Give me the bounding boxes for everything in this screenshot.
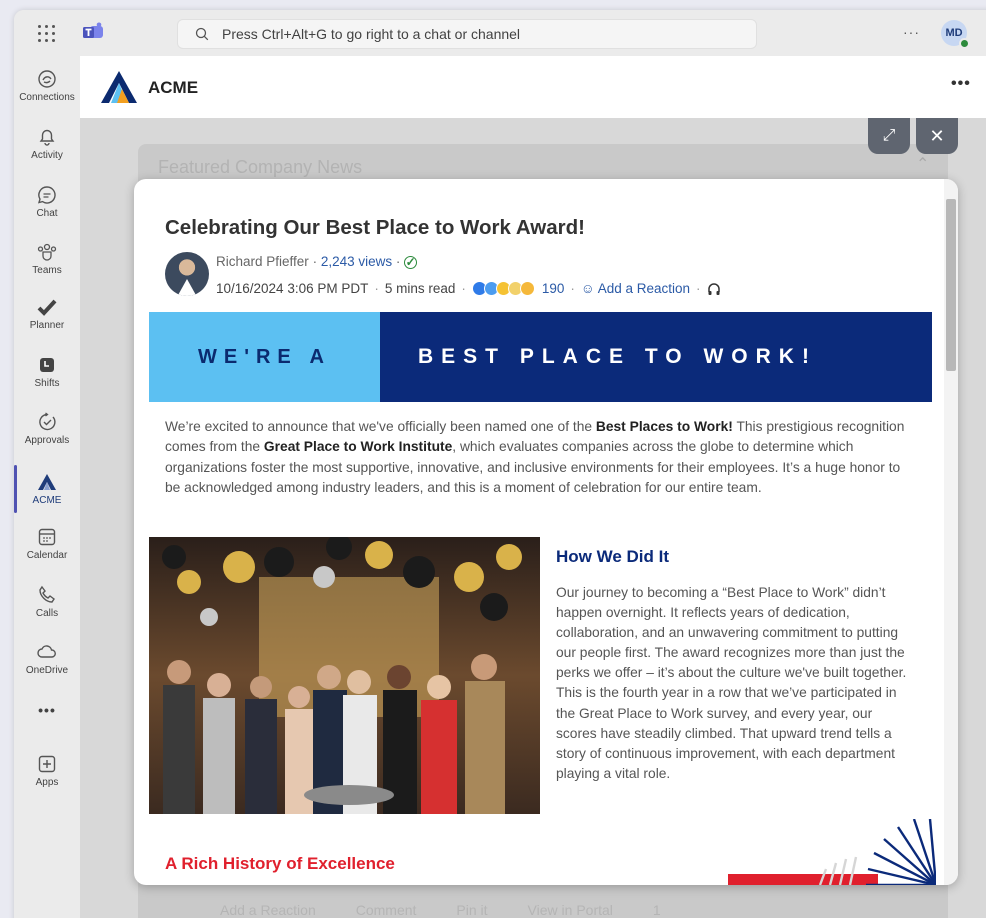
- reaction-summary[interactable]: [471, 281, 535, 296]
- rail-label: Teams: [32, 265, 62, 276]
- acme-logo: [101, 71, 137, 103]
- rail-item-planner[interactable]: Planner: [14, 296, 80, 331]
- collapse-chevron-icon: ⌃: [916, 156, 930, 173]
- read-time: 5 mins read: [384, 281, 456, 296]
- bg-view-portal: View in Portal: [527, 902, 613, 918]
- rail-item-teams[interactable]: Teams: [14, 241, 80, 276]
- author-name[interactable]: Richard Pfieffer: [216, 254, 309, 269]
- publish-date: 10/16/2024 3:06 PM PDT: [216, 281, 369, 296]
- article-modal: Celebrating Our Best Place to Work Award…: [134, 179, 958, 885]
- app-header: ACME •••: [80, 56, 986, 118]
- teams-logo-icon: [83, 22, 103, 38]
- rail-label: ACME: [32, 495, 62, 506]
- approvals-icon: [39, 412, 56, 431]
- section-heading-how: How We Did It: [556, 547, 670, 566]
- rail-label: Chat: [36, 208, 58, 219]
- user-avatar[interactable]: MD: [941, 20, 970, 49]
- settings-more-icon[interactable]: ···: [903, 24, 920, 40]
- top-bar: Press Ctrl+Alt+G to go right to a chat o…: [14, 10, 986, 56]
- calendar-icon: [38, 528, 56, 546]
- phone-icon: [39, 585, 55, 603]
- section-heading-history: A Rich History of Excellence: [165, 854, 395, 873]
- bell-icon: [39, 129, 55, 146]
- intro-paragraph: We’re excited to announce that we've off…: [165, 419, 905, 495]
- surprised-reaction-icon: [519, 281, 535, 296]
- reaction-count[interactable]: 190: [542, 281, 565, 296]
- decorative-rays: [818, 819, 936, 885]
- search-input[interactable]: Press Ctrl+Alt+G to go right to a chat o…: [177, 19, 757, 49]
- app-launcher-icon[interactable]: [36, 23, 56, 43]
- search-icon: [195, 27, 209, 41]
- rail-item-shifts[interactable]: Shifts: [14, 354, 80, 389]
- expand-icon: ⤢: [882, 127, 896, 144]
- chat-icon: [37, 186, 56, 204]
- app-title: ACME: [148, 78, 199, 97]
- planner-icon: [37, 299, 57, 316]
- scrollbar-thumb[interactable]: [946, 199, 956, 371]
- connections-icon: [38, 70, 56, 88]
- rail-item-chat[interactable]: Chat: [14, 184, 80, 219]
- add-reaction-label: Add a Reaction: [597, 281, 691, 296]
- acme-icon: [38, 474, 56, 490]
- rail-item-onedrive[interactable]: OneDrive: [14, 641, 80, 676]
- banner-right-text: BEST PLACE TO WORK!: [380, 312, 932, 402]
- rail-item-connections[interactable]: Connections: [14, 68, 80, 103]
- rail-label: Shifts: [34, 378, 60, 389]
- view-count: 2,243 views: [320, 254, 393, 269]
- rail-item-acme[interactable]: ACME: [14, 465, 80, 513]
- bg-add-reaction: Add a Reaction: [220, 902, 316, 918]
- add-app-icon: [38, 755, 56, 773]
- avatar-initials: MD: [945, 27, 963, 39]
- bg-comment: Comment: [355, 902, 417, 918]
- expand-button[interactable]: ⤢: [868, 118, 910, 154]
- left-rail: Connections Activity Chat Teams Planner …: [14, 56, 80, 918]
- add-reaction-button[interactable]: ☺ Add a Reaction: [581, 281, 690, 296]
- rail-label: Activity: [31, 150, 63, 161]
- article-meta-details: 10/16/2024 3:06 PM PDT · 5 mins read · 1…: [216, 281, 721, 296]
- celebration-photo: [149, 537, 540, 814]
- banner-left-text: WE'RE A: [149, 312, 380, 402]
- bg-count: 1: [652, 902, 661, 918]
- rail-item-approvals[interactable]: Approvals: [14, 411, 80, 446]
- background-section-title: Featured Company News: [158, 157, 363, 177]
- article-title: Celebrating Our Best Place to Work Award…: [165, 216, 585, 239]
- rail-item-apps[interactable]: Apps: [14, 753, 80, 788]
- more-apps-icon[interactable]: •••: [14, 702, 80, 718]
- section-body-how: Our journey to becoming a “Best Place to…: [556, 585, 907, 781]
- rail-item-activity[interactable]: Activity: [14, 126, 80, 161]
- rail-label: Apps: [35, 777, 59, 788]
- rail-label: OneDrive: [25, 665, 69, 676]
- rail-item-calendar[interactable]: Calendar: [14, 526, 80, 561]
- award-banner: WE'RE A BEST PLACE TO WORK!: [149, 312, 932, 402]
- background-action-bar: Add a Reaction Comment Pin it View in Po…: [220, 902, 661, 918]
- article-meta-author: Richard Pfieffer · 2,243 views · ✓: [216, 254, 418, 269]
- rail-label: Calendar: [26, 550, 68, 561]
- close-button[interactable]: ✕: [916, 118, 958, 154]
- rail-label: Approvals: [24, 435, 70, 446]
- rail-label: Calls: [35, 608, 59, 619]
- rail-label: Connections: [19, 92, 75, 103]
- rail-item-calls[interactable]: Calls: [14, 584, 80, 619]
- presence-available-icon: [959, 38, 970, 49]
- cloud-icon: [37, 645, 56, 658]
- rail-label: Planner: [29, 320, 65, 331]
- more-options-icon[interactable]: •••: [951, 75, 971, 93]
- bg-pin: Pin it: [456, 902, 488, 918]
- close-icon: ✕: [929, 125, 945, 146]
- shifts-icon: [40, 358, 54, 372]
- teams-icon: [37, 243, 57, 261]
- search-placeholder: Press Ctrl+Alt+G to go right to a chat o…: [222, 26, 521, 42]
- headphones-icon[interactable]: [707, 282, 721, 296]
- article-body: Celebrating Our Best Place to Work Award…: [134, 179, 944, 885]
- author-avatar[interactable]: [165, 252, 209, 296]
- verified-check-icon: ✓: [404, 255, 418, 269]
